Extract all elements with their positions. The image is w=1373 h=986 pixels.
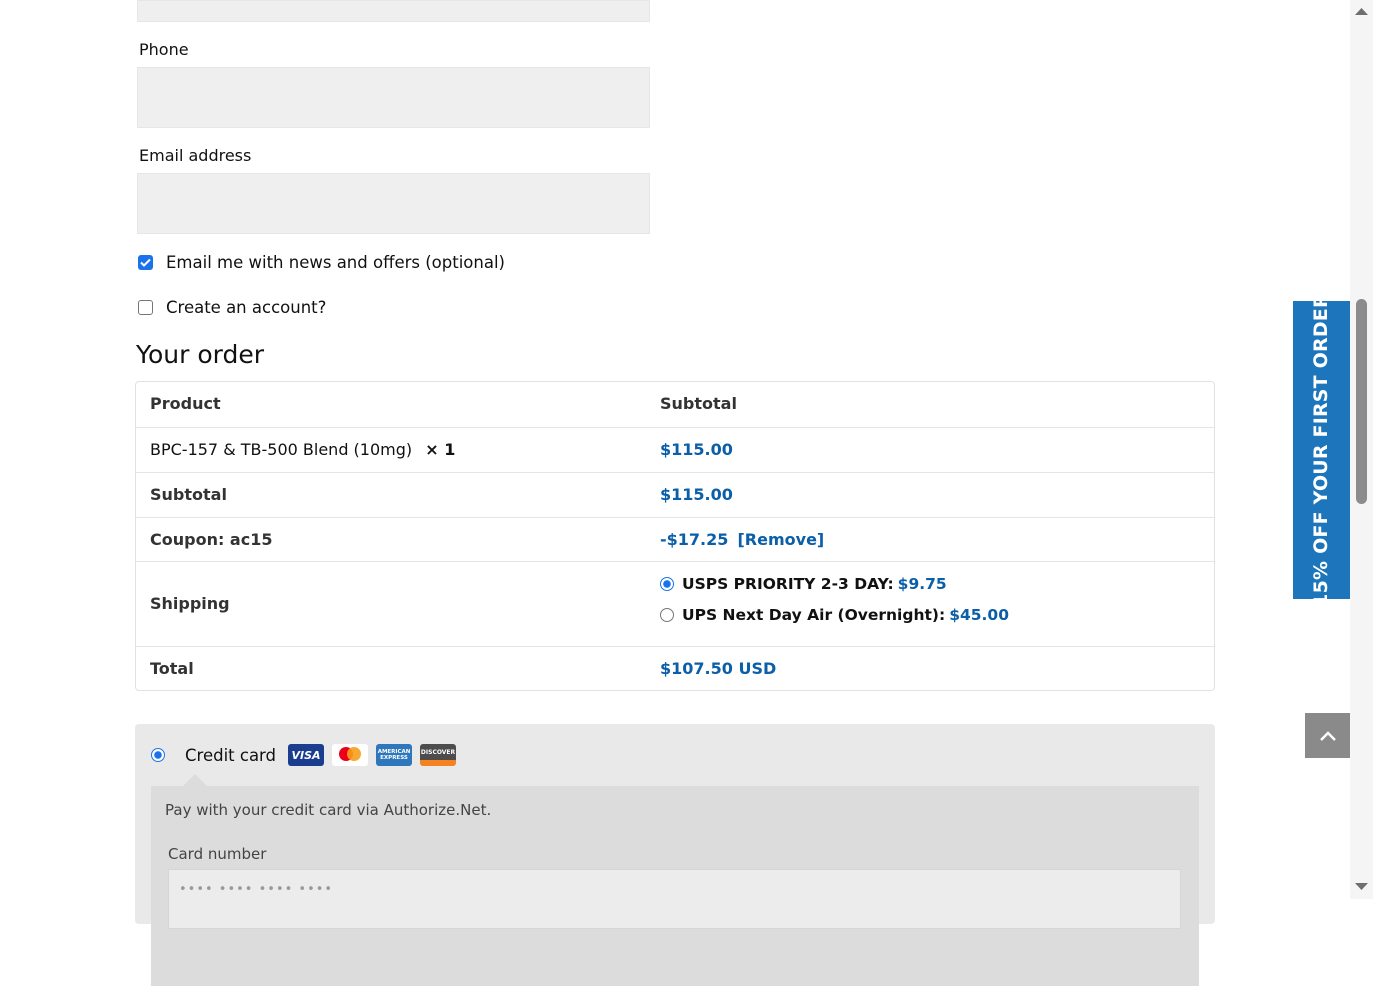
col-subtotal-header: Subtotal	[660, 394, 737, 413]
item-name: BPC-157 & TB-500 Blend (10mg)	[150, 440, 413, 459]
card-number-input[interactable]: •••• •••• •••• ••••	[168, 869, 1181, 929]
coupon-cell: -$17.25 [Remove]	[660, 530, 824, 549]
newsletter-label: Email me with news and offers (optional)	[166, 253, 505, 272]
create-account-checkbox[interactable]	[138, 300, 153, 315]
previous-field-input[interactable]	[137, 0, 650, 22]
item-name-cell: BPC-157 & TB-500 Blend (10mg) × 1	[150, 440, 455, 459]
scrollbar-thumb[interactable]	[1356, 299, 1367, 504]
shipping-ups-name: UPS Next Day Air (Overnight):	[682, 605, 946, 624]
shipping-ups-price: $45.00	[949, 605, 1010, 624]
shipping-option-ups[interactable]: UPS Next Day Air (Overnight): $45.00	[660, 599, 1009, 630]
table-row-item: BPC-157 & TB-500 Blend (10mg) × 1 $115.0…	[136, 427, 1214, 473]
payment-description: Pay with your credit card via Authorize.…	[165, 801, 492, 819]
email-input[interactable]	[137, 173, 650, 234]
col-product-header: Product	[150, 394, 221, 413]
subtotal-label: Subtotal	[150, 485, 227, 504]
shipping-usps-price: $9.75	[897, 574, 947, 593]
total-value: $107.50 USD	[660, 659, 777, 678]
scroll-to-top-button[interactable]	[1305, 713, 1350, 758]
card-number-placeholder: •••• •••• •••• ••••	[179, 882, 334, 897]
shipping-option-usps[interactable]: USPS PRIORITY 2-3 DAY: $9.75	[660, 568, 1009, 599]
discover-text: DISCOVER	[420, 748, 456, 756]
shipping-usps-name: USPS PRIORITY 2-3 DAY:	[682, 574, 894, 593]
shipping-radio-usps[interactable]	[660, 576, 674, 591]
chevron-up-icon	[1319, 730, 1336, 741]
order-table: Product Subtotal BPC-157 & TB-500 Blend …	[135, 381, 1215, 691]
credit-card-label: Credit card	[185, 745, 277, 765]
card-number-label: Card number	[168, 845, 267, 863]
create-account-row[interactable]: Create an account?	[138, 298, 326, 317]
payment-box: Credit card VISA AMERICAN EXPRESS DISCOV…	[135, 724, 1215, 986]
table-header-row: Product Subtotal	[136, 382, 1214, 427]
mastercard-circles-icon	[339, 747, 362, 761]
discover-icon: DISCOVER	[420, 744, 457, 766]
mastercard-icon	[332, 744, 369, 766]
page-scrollbar[interactable]	[1350, 0, 1373, 899]
item-price: $115.00	[660, 440, 733, 459]
phone-input[interactable]	[137, 67, 650, 128]
table-row-coupon: Coupon: ac15 -$17.25 [Remove]	[136, 517, 1214, 562]
total-label: Total	[150, 659, 194, 678]
promo-text: 15% OFF YOUR FIRST ORDER	[1310, 293, 1332, 607]
your-order-heading: Your order	[136, 340, 264, 369]
scroll-up-arrow-icon[interactable]	[1350, 4, 1373, 18]
amex-text: AMERICAN EXPRESS	[377, 749, 411, 761]
subtotal-value: $115.00	[660, 485, 733, 504]
table-row-total: Total $107.50 USD	[136, 646, 1214, 691]
email-label: Email address	[139, 146, 252, 165]
scroll-down-arrow-icon[interactable]	[1350, 880, 1373, 894]
visa-icon: VISA	[288, 744, 325, 766]
shipping-options: USPS PRIORITY 2-3 DAY: $9.75 UPS Next Da…	[660, 568, 1009, 630]
credit-card-option[interactable]: Credit card VISA AMERICAN EXPRESS DISCOV…	[151, 744, 464, 766]
credit-card-radio[interactable]	[151, 748, 165, 762]
table-row-subtotal: Subtotal $115.00	[136, 472, 1214, 518]
shipping-label: Shipping	[150, 594, 230, 613]
item-quantity: × 1	[425, 440, 456, 459]
coupon-label: Coupon: ac15	[150, 530, 273, 549]
newsletter-row[interactable]: Email me with news and offers (optional)	[138, 253, 505, 272]
remove-coupon-link[interactable]: [Remove]	[737, 530, 824, 549]
amex-icon: AMERICAN EXPRESS	[376, 744, 413, 766]
newsletter-checkbox[interactable]	[138, 255, 153, 270]
shipping-radio-ups[interactable]	[660, 607, 674, 622]
coupon-discount: -$17.25	[660, 530, 729, 549]
payment-arrow	[183, 774, 207, 786]
payment-details-panel: Pay with your credit card via Authorize.…	[151, 786, 1199, 986]
check-icon	[140, 258, 151, 267]
phone-label: Phone	[139, 40, 189, 59]
table-row-shipping: Shipping USPS PRIORITY 2-3 DAY: $9.75 UP…	[136, 561, 1214, 647]
first-order-promo-tab[interactable]: 15% OFF YOUR FIRST ORDER	[1293, 293, 1350, 607]
create-account-label: Create an account?	[166, 298, 327, 317]
